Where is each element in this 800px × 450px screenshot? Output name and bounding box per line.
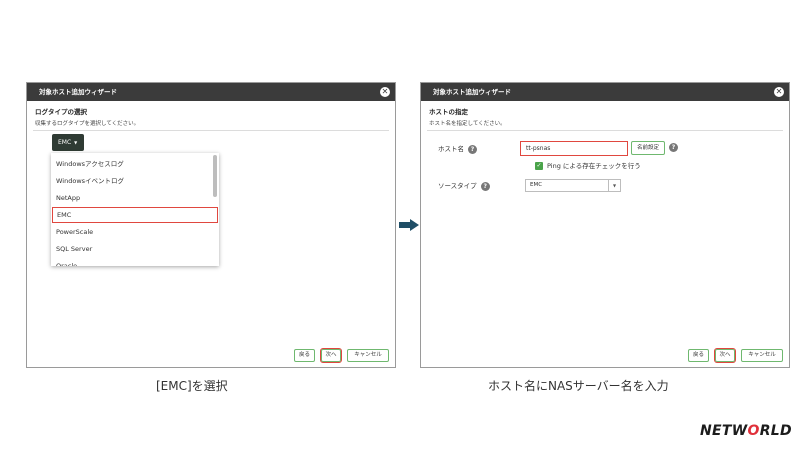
wizard-dialog-host: 対象ホスト追加ウィザード ✕ ホストの指定 ホスト名を指定してください。 ホスト…	[420, 82, 790, 368]
ping-checkbox[interactable]: ✓	[535, 162, 543, 170]
host-name-label-text: ホスト名	[438, 145, 464, 153]
source-type-value: EMC	[530, 182, 543, 188]
dropdown-item-windows-event-log[interactable]: Windowsイベントログ	[51, 173, 213, 189]
divider	[33, 130, 389, 131]
dropdown-item-windows-access-log[interactable]: Windowsアクセスログ	[51, 156, 213, 172]
section-title: ホストの指定	[429, 108, 468, 116]
cancel-button[interactable]: キャンセル	[741, 349, 783, 362]
ping-check-row[interactable]: ✓ Ping による存在チェックを行う	[535, 160, 641, 170]
dialog-footer: 戻る 次へ キャンセル	[294, 348, 389, 363]
source-type-select[interactable]: EMC ▼	[525, 179, 621, 192]
close-icon[interactable]: ✕	[380, 87, 390, 97]
cancel-button[interactable]: キャンセル	[347, 349, 389, 362]
dropdown-item-emc[interactable]: EMC	[52, 207, 218, 223]
caption-right: ホスト名にNASサーバー名を入力	[488, 379, 669, 393]
dropdown-item-powerscale[interactable]: PowerScale	[51, 224, 213, 240]
back-button[interactable]: 戻る	[688, 349, 709, 362]
log-type-dropdown-toggle[interactable]: EMC ▼	[52, 134, 84, 151]
next-button[interactable]: 次へ	[714, 348, 736, 363]
divider	[427, 130, 783, 131]
section-description: ホスト名を指定してください。	[429, 121, 506, 127]
dropdown-item-oracle[interactable]: Oracle	[51, 258, 213, 266]
caret-down-icon: ▼	[74, 140, 78, 145]
log-type-selected-label: EMC	[58, 139, 72, 146]
help-icon[interactable]: ?	[480, 181, 490, 191]
help-icon[interactable]: ?	[468, 144, 477, 154]
next-button[interactable]: 次へ	[320, 348, 342, 363]
dialog-footer: 戻る 次へ キャンセル	[688, 348, 783, 363]
dropdown-item-sql-server[interactable]: SQL Server	[51, 241, 213, 257]
section-title: ログタイプの選択	[35, 108, 87, 116]
wizard-dialog-log-type: 対象ホスト追加ウィザード ✕ ログタイプの選択 収集するログタイプを選択してくだ…	[26, 82, 396, 368]
host-name-input[interactable]: tt-psnas	[520, 141, 628, 156]
name-setting-button[interactable]: 名前設定	[631, 141, 665, 155]
host-name-label: ホスト名?	[438, 143, 477, 154]
ping-check-label: Ping による存在チェックを行う	[547, 162, 641, 170]
log-type-dropdown-menu: Windowsアクセスログ Windowsイベントログ NetApp EMC P…	[51, 153, 219, 266]
dialog-title: 対象ホスト追加ウィザード	[27, 83, 395, 101]
dialog-title: 対象ホスト追加ウィザード	[421, 83, 789, 101]
networld-logo: NETWORLD	[700, 423, 792, 439]
close-icon[interactable]: ✕	[774, 87, 784, 97]
section-description: 収集するログタイプを選択してください。	[35, 121, 140, 127]
source-type-label-text: ソースタイプ	[438, 182, 477, 190]
help-icon[interactable]: ?	[669, 143, 678, 152]
caption-left: [EMC]を選択	[156, 379, 228, 393]
dropdown-item-netapp[interactable]: NetApp	[51, 190, 213, 206]
caret-down-icon: ▼	[608, 180, 620, 191]
source-type-label: ソースタイプ?	[438, 180, 490, 191]
dropdown-scrollbar[interactable]	[213, 155, 217, 197]
back-button[interactable]: 戻る	[294, 349, 315, 362]
arrow-right-icon	[399, 219, 419, 231]
